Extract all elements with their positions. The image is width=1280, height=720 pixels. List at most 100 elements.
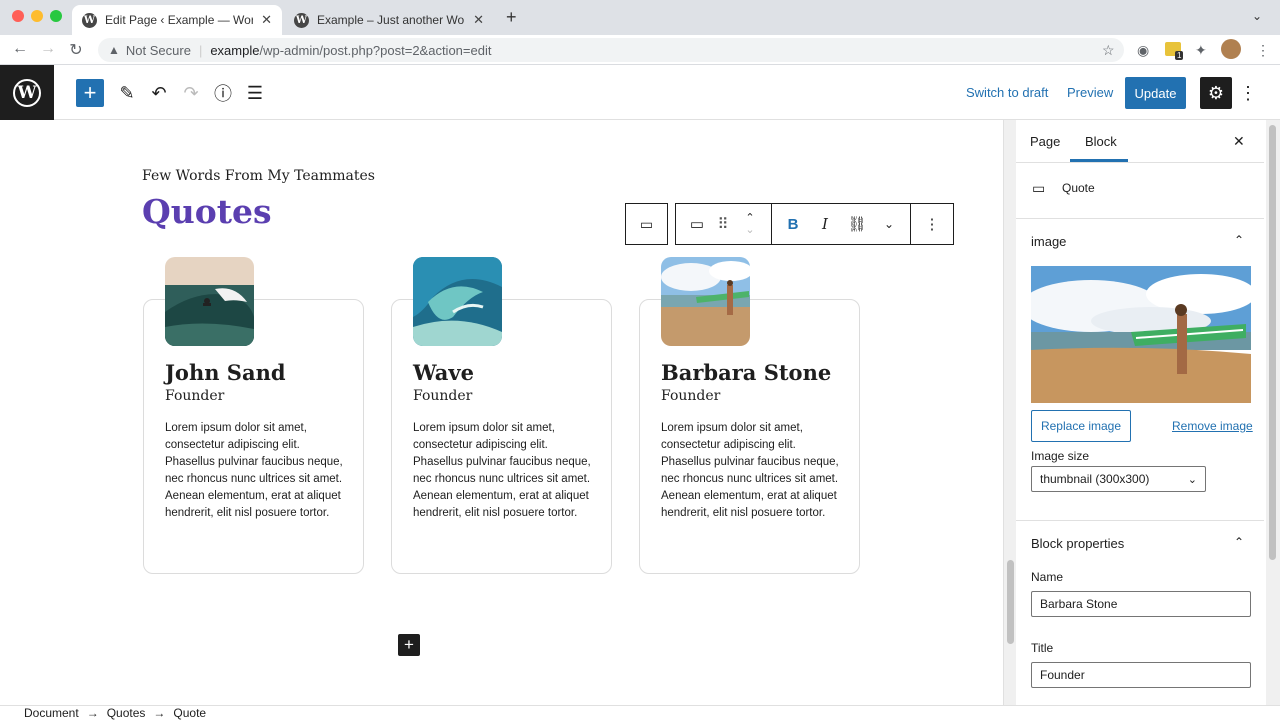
scrollbar-thumb[interactable] [1007,560,1014,644]
editor-header: W + ✎ ↶ ↷ ⓘ ☰ Switch to draft Preview Up… [0,65,1280,120]
wordpress-logo-icon: W [13,78,41,107]
settings-gear-icon[interactable]: ⚙ [1200,77,1232,109]
reload-icon[interactable]: ↻ [65,40,87,60]
add-block-inline-button[interactable]: + [398,634,420,656]
chevron-up-icon[interactable]: ⌃ [1234,233,1244,247]
card-name[interactable]: Wave [413,360,474,385]
image-size-value: thumbnail (300x300) [1040,472,1150,486]
list-view-icon[interactable]: ☰ [241,79,269,107]
card-title[interactable]: Founder [661,388,720,404]
card-title[interactable]: Founder [165,388,224,404]
undo-icon[interactable]: ↶ [145,79,173,107]
tab-search-chevron-icon[interactable]: ⌄ [1252,9,1262,23]
name-label: Name [1031,570,1064,584]
puzzle-icon[interactable]: ✦ [1195,42,1207,59]
title-label: Title [1031,641,1054,655]
scrollbar-thumb[interactable] [1269,125,1276,560]
replace-image-button[interactable]: Replace image [1031,410,1131,442]
breadcrumb-document[interactable]: Document [24,706,79,720]
beach-surfer-photo[interactable] [661,257,750,346]
drag-handle-icon[interactable]: ⠿ [712,204,734,244]
block-toolbar: ▭ ⠿ ⌃ ⌄ B I ⛓ ⌄ ⋮ [675,203,954,245]
card-name[interactable]: John Sand [165,360,286,385]
add-block-button[interactable]: + [76,79,104,107]
avatar[interactable] [1221,39,1241,59]
chevron-down-icon[interactable]: ⌄ [745,224,754,236]
image-size-select[interactable]: thumbnail (300x300) ⌄ [1031,466,1206,492]
title-value: Founder [1040,668,1085,682]
chevron-up-icon[interactable]: ⌃ [745,212,754,224]
surfer-photo[interactable] [165,257,254,346]
block-properties-panel-title[interactable]: Block properties [1031,536,1124,551]
tab-block[interactable]: Block [1085,134,1117,149]
maximize-window-button[interactable] [50,10,62,22]
parent-block-button[interactable]: ▭ [625,203,668,245]
breadcrumb-quote[interactable]: Quote [173,706,206,720]
remove-image-link[interactable]: Remove image [1172,419,1253,433]
new-tab-button[interactable]: + [506,7,517,28]
link-icon[interactable]: ⛓ [843,204,871,244]
chevron-up-icon[interactable]: ⌃ [1234,535,1244,549]
browser-toolbar: ← → ↻ ▲ Not Secure | example/wp-admin/po… [0,35,1280,65]
card-quote-text[interactable]: Lorem ipsum dolor sit amet, consectetur … [165,420,347,522]
section-heading[interactable]: Quotes [142,192,272,231]
update-button[interactable]: Update [1125,77,1186,109]
warning-icon: ▲ [108,43,120,57]
security-label[interactable]: Not Secure [126,43,191,58]
more-formatting-chevron-icon[interactable]: ⌄ [875,204,903,244]
wordpress-favicon-icon: W [294,12,309,28]
bold-button[interactable]: B [779,204,807,244]
card-name[interactable]: Barbara Stone [661,360,831,385]
image-panel-title[interactable]: image [1031,234,1066,249]
browser-tab-example[interactable]: W Example – Just another WordP ✕ [284,5,494,35]
redo-icon[interactable]: ↷ [177,79,205,107]
divider: | [198,42,203,58]
camera-icon[interactable]: ◉ [1137,42,1149,59]
card-quote-text[interactable]: Lorem ipsum dolor sit amet, consectetur … [661,420,843,522]
details-info-icon[interactable]: ⓘ [209,79,237,107]
url-host: example [210,42,260,58]
address-bar[interactable]: ▲ Not Secure | example/wp-admin/post.php… [98,38,1124,62]
tab-page[interactable]: Page [1030,134,1060,149]
section-subtitle[interactable]: Few Words From My Teammates [142,168,375,184]
selected-image-preview[interactable] [1031,266,1251,403]
move-up-down-buttons[interactable]: ⌃ ⌄ [738,204,762,244]
arrow-right-icon: → [86,706,99,720]
italic-button[interactable]: I [811,204,839,244]
title-field[interactable]: Founder [1031,662,1251,688]
editor-canvas[interactable]: Few Words From My Teammates Quotes John … [0,120,1003,705]
block-type-icon[interactable]: ▭ [684,204,710,244]
breadcrumb: Document → Quotes → Quote [0,705,1280,720]
url-path: /wp-admin/post.php?post=2&action=edit [259,42,492,58]
close-tab-icon[interactable]: ✕ [261,12,272,28]
switch-to-draft-button[interactable]: Switch to draft [966,85,1048,100]
breadcrumb-quotes[interactable]: Quotes [107,706,146,720]
minimize-window-button[interactable] [31,10,43,22]
edit-tools-pencil-icon[interactable]: ✎ [113,79,141,107]
image-size-label: Image size [1031,449,1090,463]
back-arrow-icon[interactable]: ← [9,40,31,58]
card-quote-text[interactable]: Lorem ipsum dolor sit amet, consectetur … [413,420,595,522]
browser-tab-edit-page[interactable]: W Edit Page ‹ Example — WordPr ✕ [72,5,282,35]
close-sidebar-icon[interactable]: ✕ [1233,133,1245,150]
close-window-button[interactable] [12,10,24,22]
arrow-right-icon: → [153,706,166,720]
preview-button[interactable]: Preview [1067,85,1113,100]
sidebar-scrollbar[interactable] [1266,120,1280,705]
wordpress-favicon-icon: W [82,12,97,28]
divider [1016,520,1264,521]
wordpress-logo-button[interactable]: W [0,65,54,120]
browser-menu-icon[interactable]: ⋮ [1256,42,1270,59]
extension-badge: 1 [1175,51,1184,60]
close-tab-icon[interactable]: ✕ [473,12,484,28]
block-options-icon[interactable]: ⋮ [918,204,946,244]
divider [1016,218,1264,219]
forward-arrow-icon[interactable]: → [37,40,59,58]
bookmark-star-icon[interactable]: ☆ [1102,42,1115,59]
canvas-scrollbar[interactable] [1003,120,1016,705]
name-field[interactable]: Barbara Stone [1031,591,1251,617]
card-title[interactable]: Founder [413,388,472,404]
options-menu-icon[interactable]: ⋮ [1234,79,1262,107]
wave-photo[interactable] [413,257,502,346]
tab-title: Example – Just another WordP [317,13,465,27]
